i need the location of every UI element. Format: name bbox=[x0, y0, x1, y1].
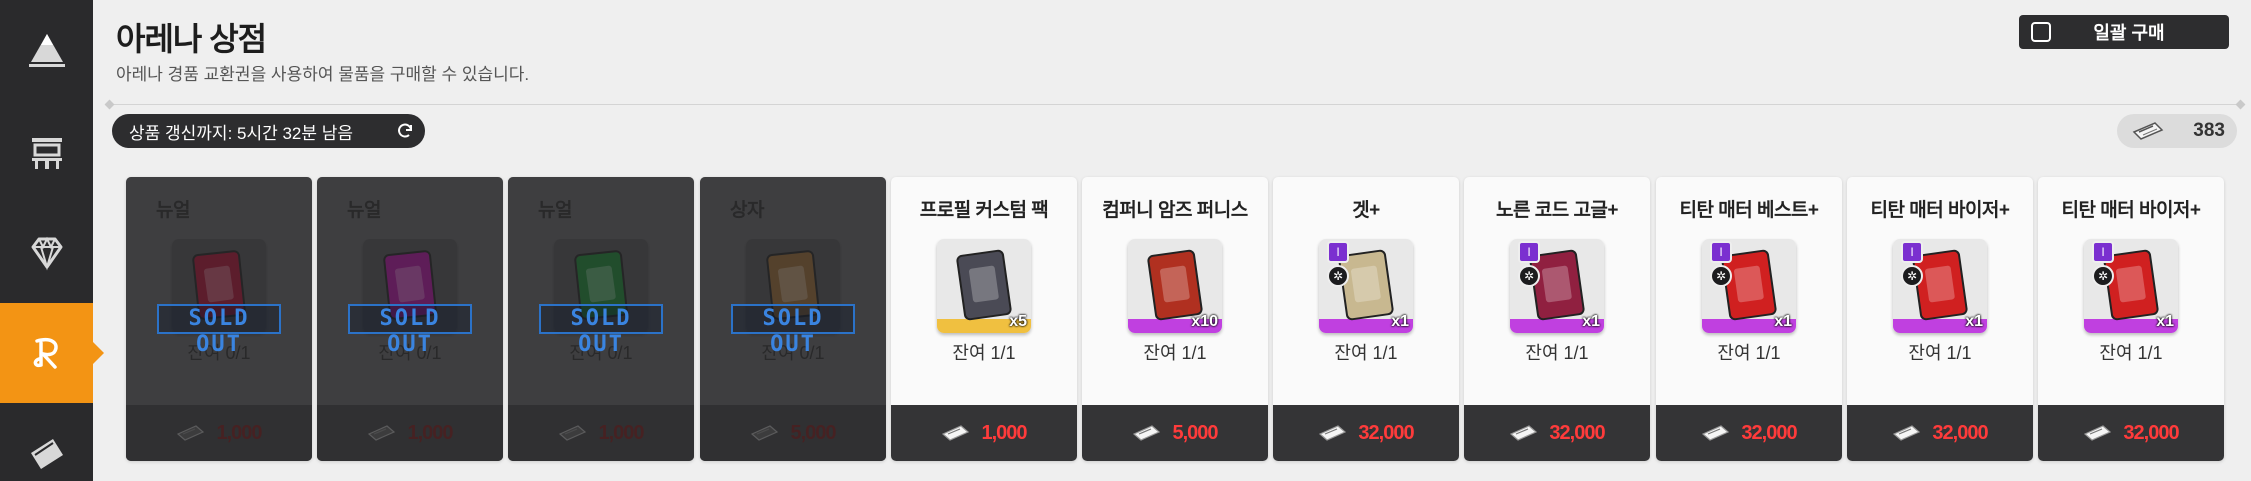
sold-out-stamp: SOLD OUT bbox=[539, 304, 663, 357]
product-name: 티탄 매터 바이저+ bbox=[1870, 200, 2010, 221]
arena-r-icon bbox=[33, 338, 58, 369]
product-price: 32,000 bbox=[2123, 421, 2179, 444]
currency-display: 383 bbox=[2117, 114, 2237, 148]
product-price: 32,000 bbox=[1358, 421, 1414, 444]
product-thumbnail[interactable]: x1 I ✲ bbox=[1319, 239, 1413, 333]
product-price-button[interactable]: 32,000 bbox=[2038, 405, 2224, 461]
product-card[interactable]: 노른 코드 고글+ x1 I ✲ 잔여 1/1 32,000 bbox=[1464, 177, 1650, 461]
product-price: 32,000 bbox=[1549, 421, 1605, 444]
pyramid-icon bbox=[28, 34, 65, 67]
product-thumbnail[interactable]: x1 I ✲ bbox=[2084, 239, 2178, 333]
product-price: 32,000 bbox=[1932, 421, 1988, 444]
product-thumbnail[interactable]: x5 bbox=[937, 239, 1031, 333]
sidebar-item-pyramid[interactable] bbox=[0, 0, 93, 100]
product-quantity: x1 bbox=[1774, 313, 1792, 330]
product-thumbnail[interactable]: x1 I ✲ bbox=[1893, 239, 1987, 333]
product-name: 티탄 매터 바이저+ bbox=[2061, 200, 2201, 221]
product-card[interactable]: 티탄 매터 베스트+ x1 I ✲ 잔여 1/1 32,000 bbox=[1656, 177, 1842, 461]
grade-badge-icon: I bbox=[1901, 241, 1923, 263]
currency-amount: 383 bbox=[2193, 120, 2225, 141]
refresh-timer: 상품 갱신까지: 5시간 32분 남음 bbox=[112, 114, 425, 148]
ticket-icon bbox=[30, 439, 63, 469]
product-quantity: x1 bbox=[1965, 313, 1983, 330]
arena-ticket-icon bbox=[1510, 425, 1538, 441]
product-price-button[interactable]: 1,000 bbox=[891, 405, 1077, 461]
product-card[interactable]: 티탄 매터 바이저+ x1 I ✲ 잔여 1/1 32,000 bbox=[2038, 177, 2224, 461]
manufacturer-badge-icon: ✲ bbox=[1518, 265, 1540, 287]
product-quantity: x1 bbox=[1582, 313, 1600, 330]
arena-ticket-icon bbox=[1893, 425, 1921, 441]
grade-badge-icon: I bbox=[1518, 241, 1540, 263]
sidebar-item-diamond[interactable] bbox=[0, 203, 93, 303]
product-card: 뉴얼 잔여 0/1 1,000 SOLD OUT bbox=[317, 177, 503, 461]
product-remaining: 잔여 1/1 bbox=[1525, 343, 1589, 363]
product-remaining: 잔여 1/1 bbox=[1908, 343, 1972, 363]
product-quantity: x5 bbox=[1009, 313, 1027, 330]
product-price-button[interactable]: 32,000 bbox=[1273, 405, 1459, 461]
grade-badge-icon: I bbox=[1710, 241, 1732, 263]
product-thumbnail[interactable]: x1 I ✲ bbox=[1510, 239, 1604, 333]
product-price-button[interactable]: 32,000 bbox=[1464, 405, 1650, 461]
product-quantity: x1 bbox=[2156, 313, 2174, 330]
refresh-icon[interactable] bbox=[395, 121, 415, 141]
main-content: 아레나 상점 아레나 경품 교환권을 사용하여 물품을 구매할 수 있습니다. … bbox=[93, 0, 2251, 481]
product-remaining: 잔여 1/1 bbox=[1717, 343, 1781, 363]
product-quantity: x1 bbox=[1391, 313, 1409, 330]
product-card[interactable]: 컴퍼니 암즈 퍼니스 x10 잔여 1/1 5,000 bbox=[1082, 177, 1268, 461]
product-quantity: x10 bbox=[1191, 313, 1218, 330]
arena-ticket-icon bbox=[1702, 425, 1730, 441]
sidebar-item-arena-shop[interactable] bbox=[0, 303, 104, 403]
product-thumbnail[interactable]: x1 I ✲ bbox=[1702, 239, 1796, 333]
product-price: 1,000 bbox=[981, 421, 1027, 444]
manufacturer-badge-icon: ✲ bbox=[1901, 265, 1923, 287]
product-name: 노른 코드 고글+ bbox=[1495, 200, 1619, 221]
product-card: 상자 잔여 0/1 5,000 SOLD OUT bbox=[700, 177, 886, 461]
manufacturer-badge-icon: ✲ bbox=[2092, 265, 2114, 287]
grade-badge-icon: I bbox=[1327, 241, 1349, 263]
product-remaining: 잔여 1/1 bbox=[2099, 343, 2163, 363]
product-card: 뉴얼 잔여 0/1 1,000 SOLD OUT bbox=[508, 177, 694, 461]
product-card[interactable]: 겟+ x1 I ✲ 잔여 1/1 32,000 bbox=[1273, 177, 1459, 461]
sold-out-stamp: SOLD OUT bbox=[731, 304, 855, 357]
grade-badge-icon: I bbox=[2092, 241, 2114, 263]
diamond-icon bbox=[31, 236, 62, 271]
sold-out-stamp: SOLD OUT bbox=[157, 304, 281, 357]
product-remaining: 잔여 1/1 bbox=[1143, 343, 1207, 363]
arena-ticket-icon bbox=[1319, 425, 1347, 441]
product-price-button[interactable]: 5,000 bbox=[1082, 405, 1268, 461]
product-name: 프로필 커스텀 팩 bbox=[919, 200, 1049, 221]
sold-out-stamp: SOLD OUT bbox=[348, 304, 472, 357]
product-remaining: 잔여 1/1 bbox=[1334, 343, 1398, 363]
arena-ticket-icon bbox=[942, 425, 970, 441]
product-name: 컴퍼니 암즈 퍼니스 bbox=[1102, 200, 1248, 221]
product-card[interactable]: 티탄 매터 바이저+ x1 I ✲ 잔여 1/1 32,000 bbox=[1847, 177, 2033, 461]
arena-ticket-icon bbox=[2132, 122, 2164, 140]
shop-building-icon bbox=[31, 138, 62, 169]
bulk-buy-button[interactable]: 일괄 구매 bbox=[2019, 15, 2229, 49]
product-price: 32,000 bbox=[1741, 421, 1797, 444]
product-thumbnail[interactable]: x10 bbox=[1128, 239, 1222, 333]
page-subtitle: 아레나 경품 교환권을 사용하여 물품을 구매할 수 있습니다. bbox=[116, 65, 530, 84]
product-remaining: 잔여 1/1 bbox=[952, 343, 1016, 363]
product-name: 겟+ bbox=[1352, 200, 1380, 221]
bulk-buy-checkbox[interactable] bbox=[2031, 22, 2051, 42]
manufacturer-badge-icon: ✲ bbox=[1327, 265, 1349, 287]
arena-ticket-icon bbox=[1133, 425, 1161, 441]
refresh-timer-label: 상품 갱신까지: 5시간 32분 남음 bbox=[129, 123, 354, 143]
product-card: 뉴얼 잔여 0/1 1,000 SOLD OUT bbox=[126, 177, 312, 461]
product-name: 티탄 매터 베스트+ bbox=[1679, 200, 1819, 221]
page-title: 아레나 상점 bbox=[116, 21, 267, 57]
product-price-button[interactable]: 32,000 bbox=[1847, 405, 2033, 461]
bulk-buy-label: 일괄 구매 bbox=[2093, 23, 2165, 43]
header-divider bbox=[109, 104, 2241, 105]
sidebar-item-shop[interactable] bbox=[0, 103, 93, 203]
arena-ticket-icon bbox=[2084, 425, 2112, 441]
product-price-button[interactable]: 32,000 bbox=[1656, 405, 1842, 461]
sidebar-item-ticket[interactable] bbox=[0, 405, 93, 481]
product-card[interactable]: 프로필 커스텀 팩 x5 잔여 1/1 1,000 bbox=[891, 177, 1077, 461]
sidebar bbox=[0, 0, 104, 481]
manufacturer-badge-icon: ✲ bbox=[1710, 265, 1732, 287]
product-price: 5,000 bbox=[1172, 421, 1218, 444]
